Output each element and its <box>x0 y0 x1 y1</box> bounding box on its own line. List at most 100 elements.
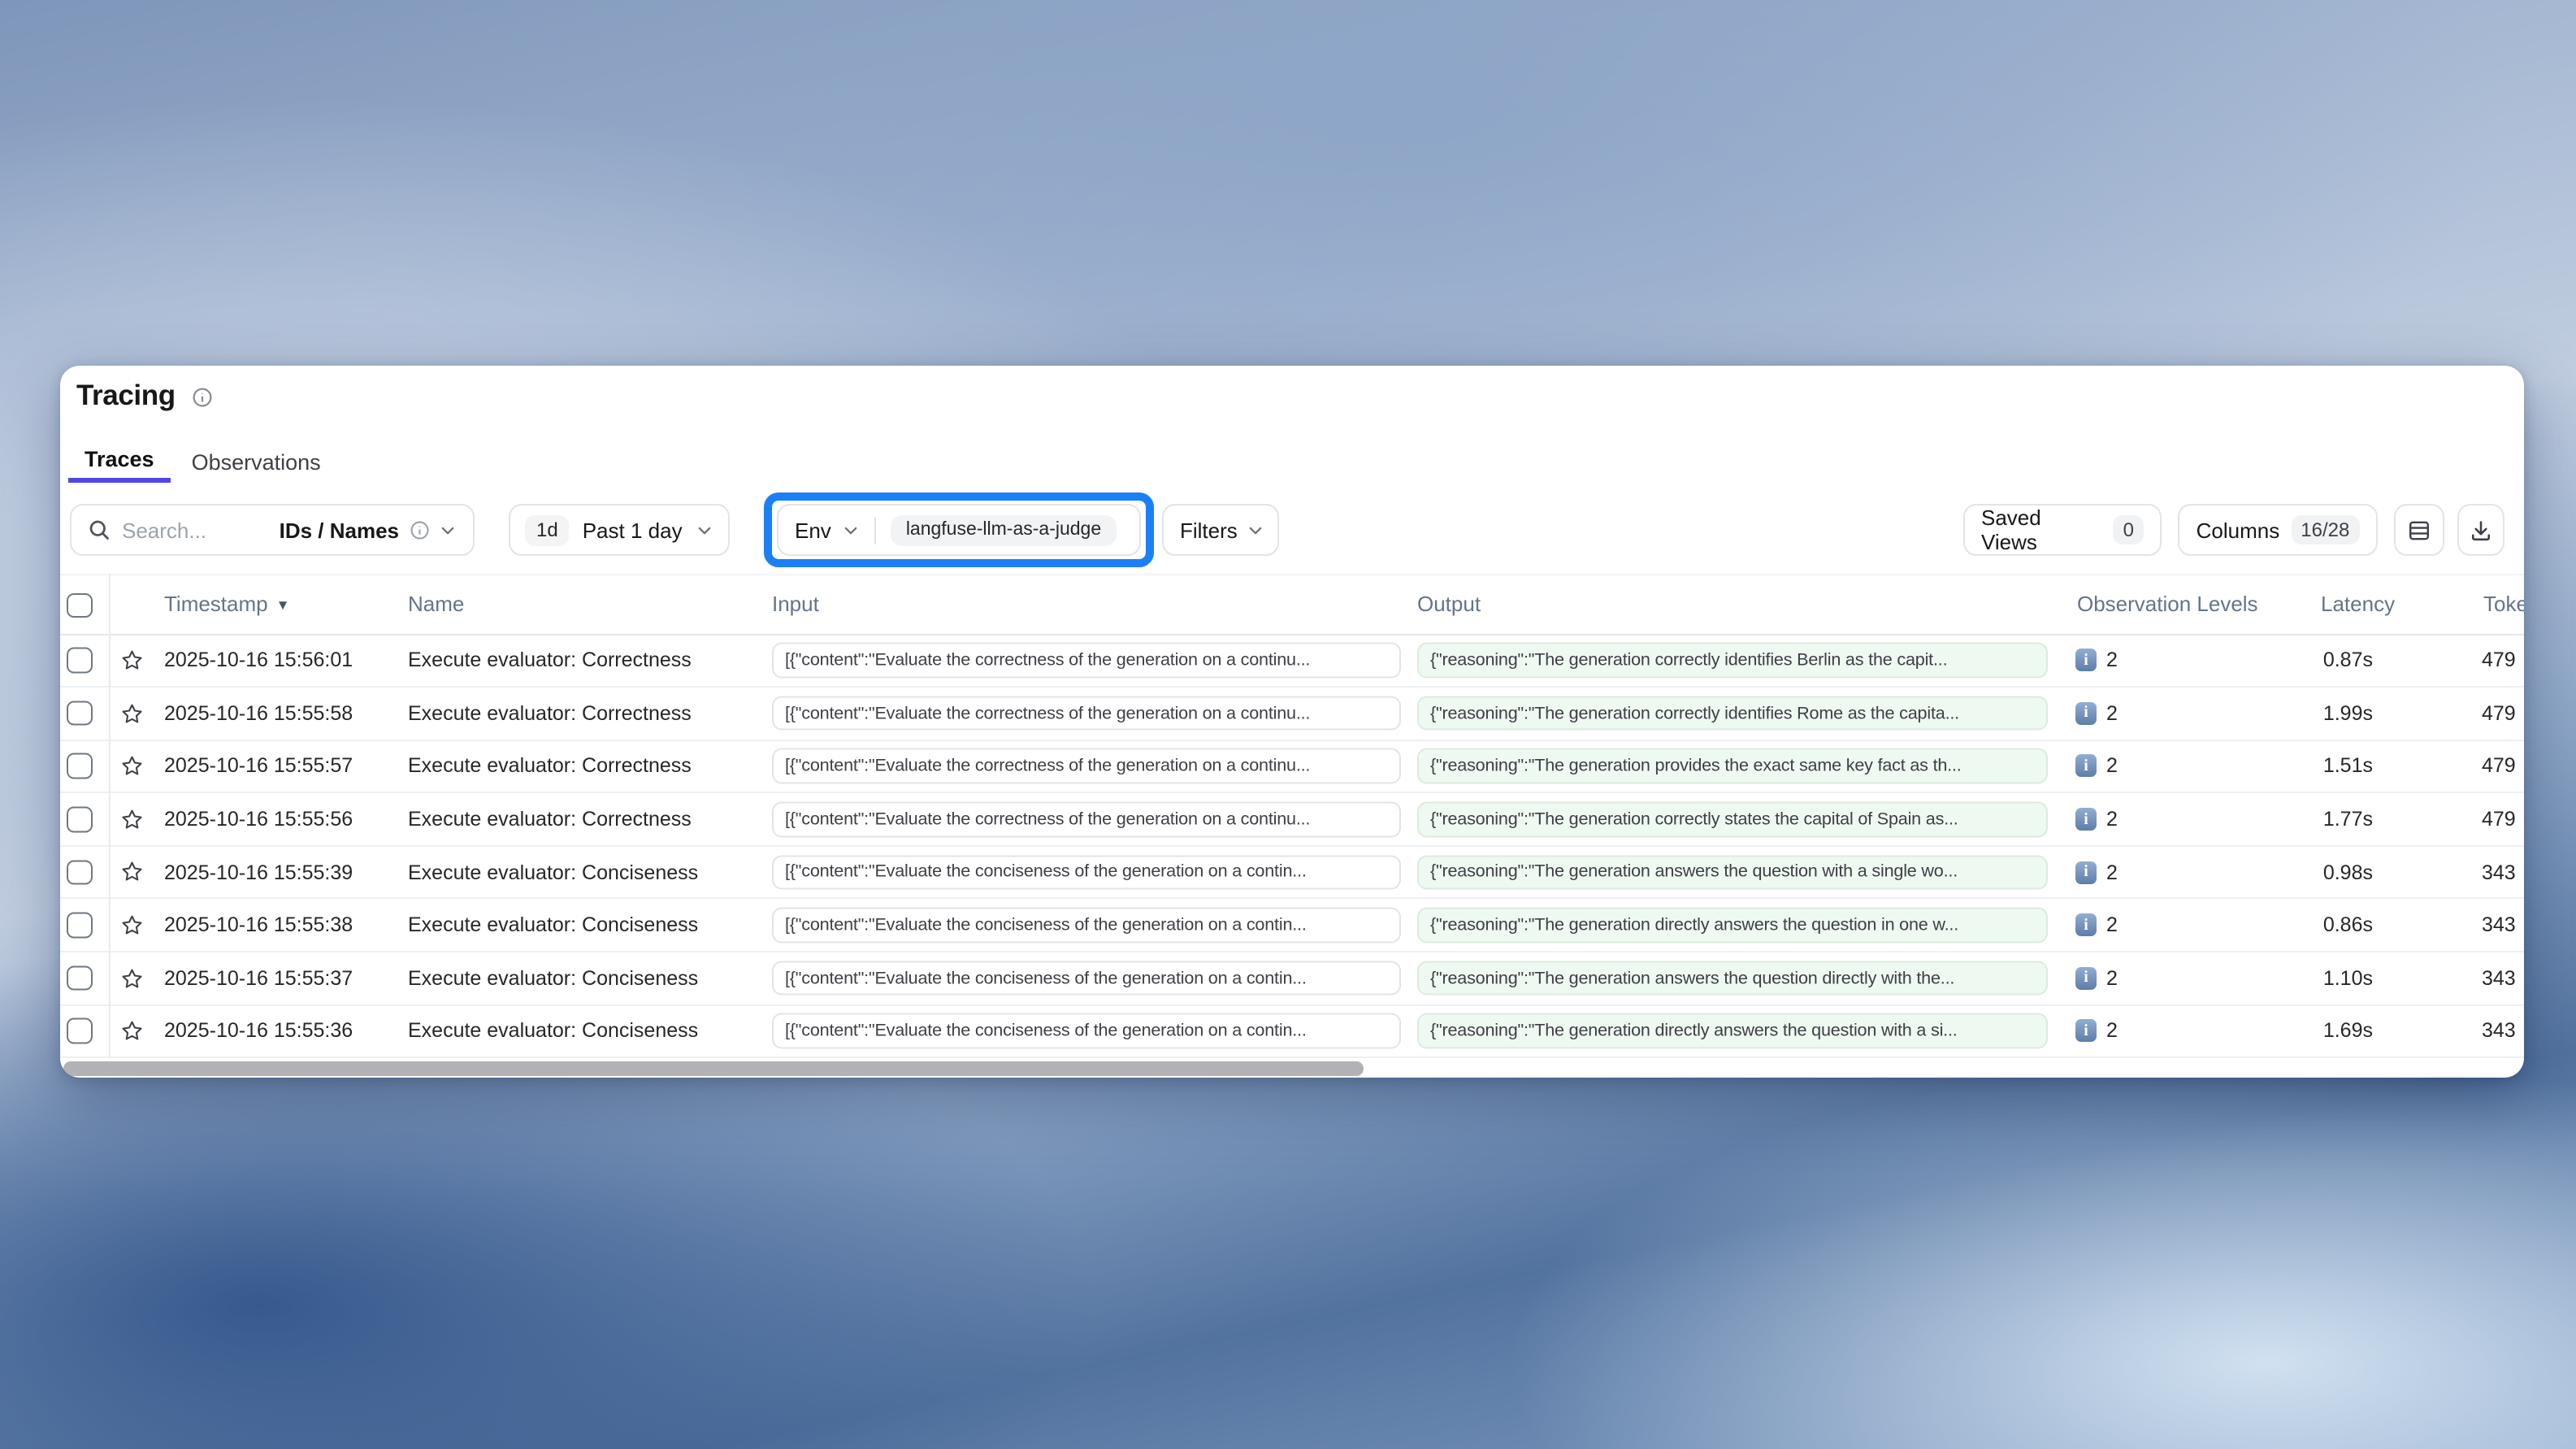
output-cell[interactable]: {"reasoning":"The generation correctly i… <box>1417 643 2048 678</box>
row-checkbox[interactable] <box>67 1018 92 1043</box>
table-row[interactable]: 2025-10-16 15:55:57 Execute evaluator: C… <box>60 740 2524 793</box>
latency-cell: 0.98s <box>2254 847 2373 898</box>
tokens-cell: 479 → <box>2482 635 2524 686</box>
export-button[interactable] <box>2457 504 2504 556</box>
input-cell[interactable]: [{"content":"Evaluate the conciseness of… <box>772 855 1401 890</box>
name-cell: Execute evaluator: Conciseness <box>408 847 698 898</box>
column-header-timestamp[interactable]: Timestamp▼ <box>164 575 289 633</box>
observation-count: 2 <box>2106 702 2118 725</box>
saved-views-label: Saved Views <box>1981 505 2102 554</box>
name-cell: Execute evaluator: Conciseness <box>408 900 698 951</box>
observation-count: 2 <box>2106 755 2118 778</box>
name-cell: Execute evaluator: Conciseness <box>408 1005 698 1056</box>
info-icon <box>409 520 429 540</box>
columns-button[interactable]: Columns 16/28 <box>2178 504 2378 556</box>
info-level-icon <box>2075 649 2097 672</box>
desktop-background: Tracing Traces Observations Search... ID… <box>0 0 2576 1449</box>
star-icon[interactable] <box>120 635 144 686</box>
name-cell: Execute evaluator: Conciseness <box>408 952 698 1004</box>
star-icon[interactable] <box>120 793 144 844</box>
table-row[interactable]: 2025-10-16 15:55:56 Execute evaluator: C… <box>60 793 2524 846</box>
output-cell[interactable]: {"reasoning":"The generation provides th… <box>1417 748 2048 783</box>
horizontal-scrollbar-thumb[interactable] <box>63 1061 1364 1075</box>
table-row[interactable]: 2025-10-16 15:56:01 Execute evaluator: C… <box>60 635 2524 688</box>
row-checkbox[interactable] <box>67 860 92 885</box>
output-cell[interactable]: {"reasoning":"The generation answers the… <box>1417 961 2048 996</box>
input-cell[interactable]: [{"content":"Evaluate the correctness of… <box>772 802 1401 837</box>
columns-label: Columns <box>2197 518 2280 542</box>
chevron-down-icon <box>439 521 457 539</box>
time-range-button[interactable]: 1d Past 1 day <box>509 504 730 556</box>
table-row[interactable]: 2025-10-16 15:55:58 Execute evaluator: C… <box>60 688 2524 740</box>
star-icon[interactable] <box>120 688 144 739</box>
search-input[interactable]: Search... IDs / Names <box>70 504 475 556</box>
table-row[interactable]: 2025-10-16 15:55:38 Execute evaluator: C… <box>60 900 2524 952</box>
input-cell[interactable]: [{"content":"Evaluate the correctness of… <box>772 696 1401 731</box>
search-mode-dropdown[interactable]: IDs / Names <box>280 518 457 542</box>
chevron-down-icon <box>1247 521 1265 539</box>
row-checkbox[interactable] <box>67 648 92 673</box>
saved-views-button[interactable]: Saved Views 0 <box>1963 504 2162 556</box>
tab-observations[interactable]: Observations <box>176 440 337 483</box>
output-cell[interactable]: {"reasoning":"The generation answers the… <box>1417 855 2048 890</box>
row-height-button[interactable] <box>2394 504 2444 556</box>
columns-count-badge: 16/28 <box>2291 515 2359 544</box>
table-row[interactable]: 2025-10-16 15:55:37 Execute evaluator: C… <box>60 952 2524 1005</box>
name-cell: Execute evaluator: Correctness <box>408 793 692 844</box>
timestamp-cell: 2025-10-16 15:56:01 <box>164 635 353 686</box>
star-icon[interactable] <box>120 847 144 898</box>
search-placeholder: Search... <box>122 518 206 542</box>
row-checkbox[interactable] <box>67 753 92 779</box>
observation-count: 2 <box>2106 861 2118 883</box>
search-icon <box>88 518 111 541</box>
star-icon[interactable] <box>120 1005 144 1056</box>
latency-cell: 1.99s <box>2254 688 2373 739</box>
info-level-icon <box>2075 913 2097 936</box>
select-all-checkbox[interactable] <box>67 592 92 618</box>
table-row[interactable]: 2025-10-16 15:55:39 Execute evaluator: C… <box>60 847 2524 900</box>
row-checkbox[interactable] <box>67 913 92 938</box>
star-icon[interactable] <box>120 900 144 951</box>
divider <box>875 516 877 544</box>
input-cell[interactable]: [{"content":"Evaluate the correctness of… <box>772 643 1401 678</box>
output-cell[interactable]: {"reasoning":"The generation directly an… <box>1417 1013 2048 1048</box>
tokens-cell: 343 → <box>2482 847 2524 898</box>
info-level-icon <box>2075 967 2097 990</box>
input-cell[interactable]: [{"content":"Evaluate the conciseness of… <box>772 1013 1401 1048</box>
tab-traces[interactable]: Traces <box>68 440 171 483</box>
tab-bar: Traces Observations <box>68 440 337 483</box>
output-cell[interactable]: {"reasoning":"The generation correctly s… <box>1417 802 2048 837</box>
chevron-down-icon <box>696 521 713 539</box>
page-title: Tracing <box>76 379 176 413</box>
timestamp-cell: 2025-10-16 15:55:57 <box>164 740 353 792</box>
input-cell[interactable]: [{"content":"Evaluate the conciseness of… <box>772 908 1401 943</box>
table-body: 2025-10-16 15:56:01 Execute evaluator: C… <box>60 635 2524 1058</box>
observation-count: 2 <box>2106 913 2118 936</box>
filters-button[interactable]: Filters <box>1162 504 1279 556</box>
output-cell[interactable]: {"reasoning":"The generation correctly i… <box>1417 696 2048 731</box>
info-level-icon <box>2075 861 2097 883</box>
latency-cell: 0.86s <box>2254 900 2373 951</box>
output-cell[interactable]: {"reasoning":"The generation directly an… <box>1417 908 2048 943</box>
input-cell[interactable]: [{"content":"Evaluate the conciseness of… <box>772 961 1401 996</box>
row-checkbox[interactable] <box>67 807 92 832</box>
filters-label: Filters <box>1180 518 1238 542</box>
table-row[interactable]: 2025-10-16 15:55:36 Execute evaluator: C… <box>60 1005 2524 1058</box>
star-icon[interactable] <box>120 952 144 1004</box>
latency-cell: 1.10s <box>2254 952 2373 1004</box>
info-level-icon <box>2075 808 2097 831</box>
observation-count: 2 <box>2106 1020 2118 1043</box>
info-icon[interactable] <box>192 387 213 408</box>
info-level-icon <box>2075 755 2097 778</box>
name-cell: Execute evaluator: Correctness <box>408 740 692 792</box>
saved-views-count-badge: 0 <box>2114 515 2144 544</box>
timestamp-cell: 2025-10-16 15:55:39 <box>164 847 353 898</box>
input-cell[interactable]: [{"content":"Evaluate the correctness of… <box>772 748 1401 783</box>
star-icon[interactable] <box>120 740 144 792</box>
time-range-label: Past 1 day <box>583 518 683 542</box>
table-header-row: Timestamp▼ Name Input Output Observation… <box>60 574 2524 635</box>
row-checkbox[interactable] <box>67 701 92 726</box>
name-cell: Execute evaluator: Correctness <box>408 635 692 686</box>
env-filter-button[interactable]: Env langfuse-llm-as-a-judge <box>777 504 1141 556</box>
row-checkbox[interactable] <box>67 965 92 991</box>
